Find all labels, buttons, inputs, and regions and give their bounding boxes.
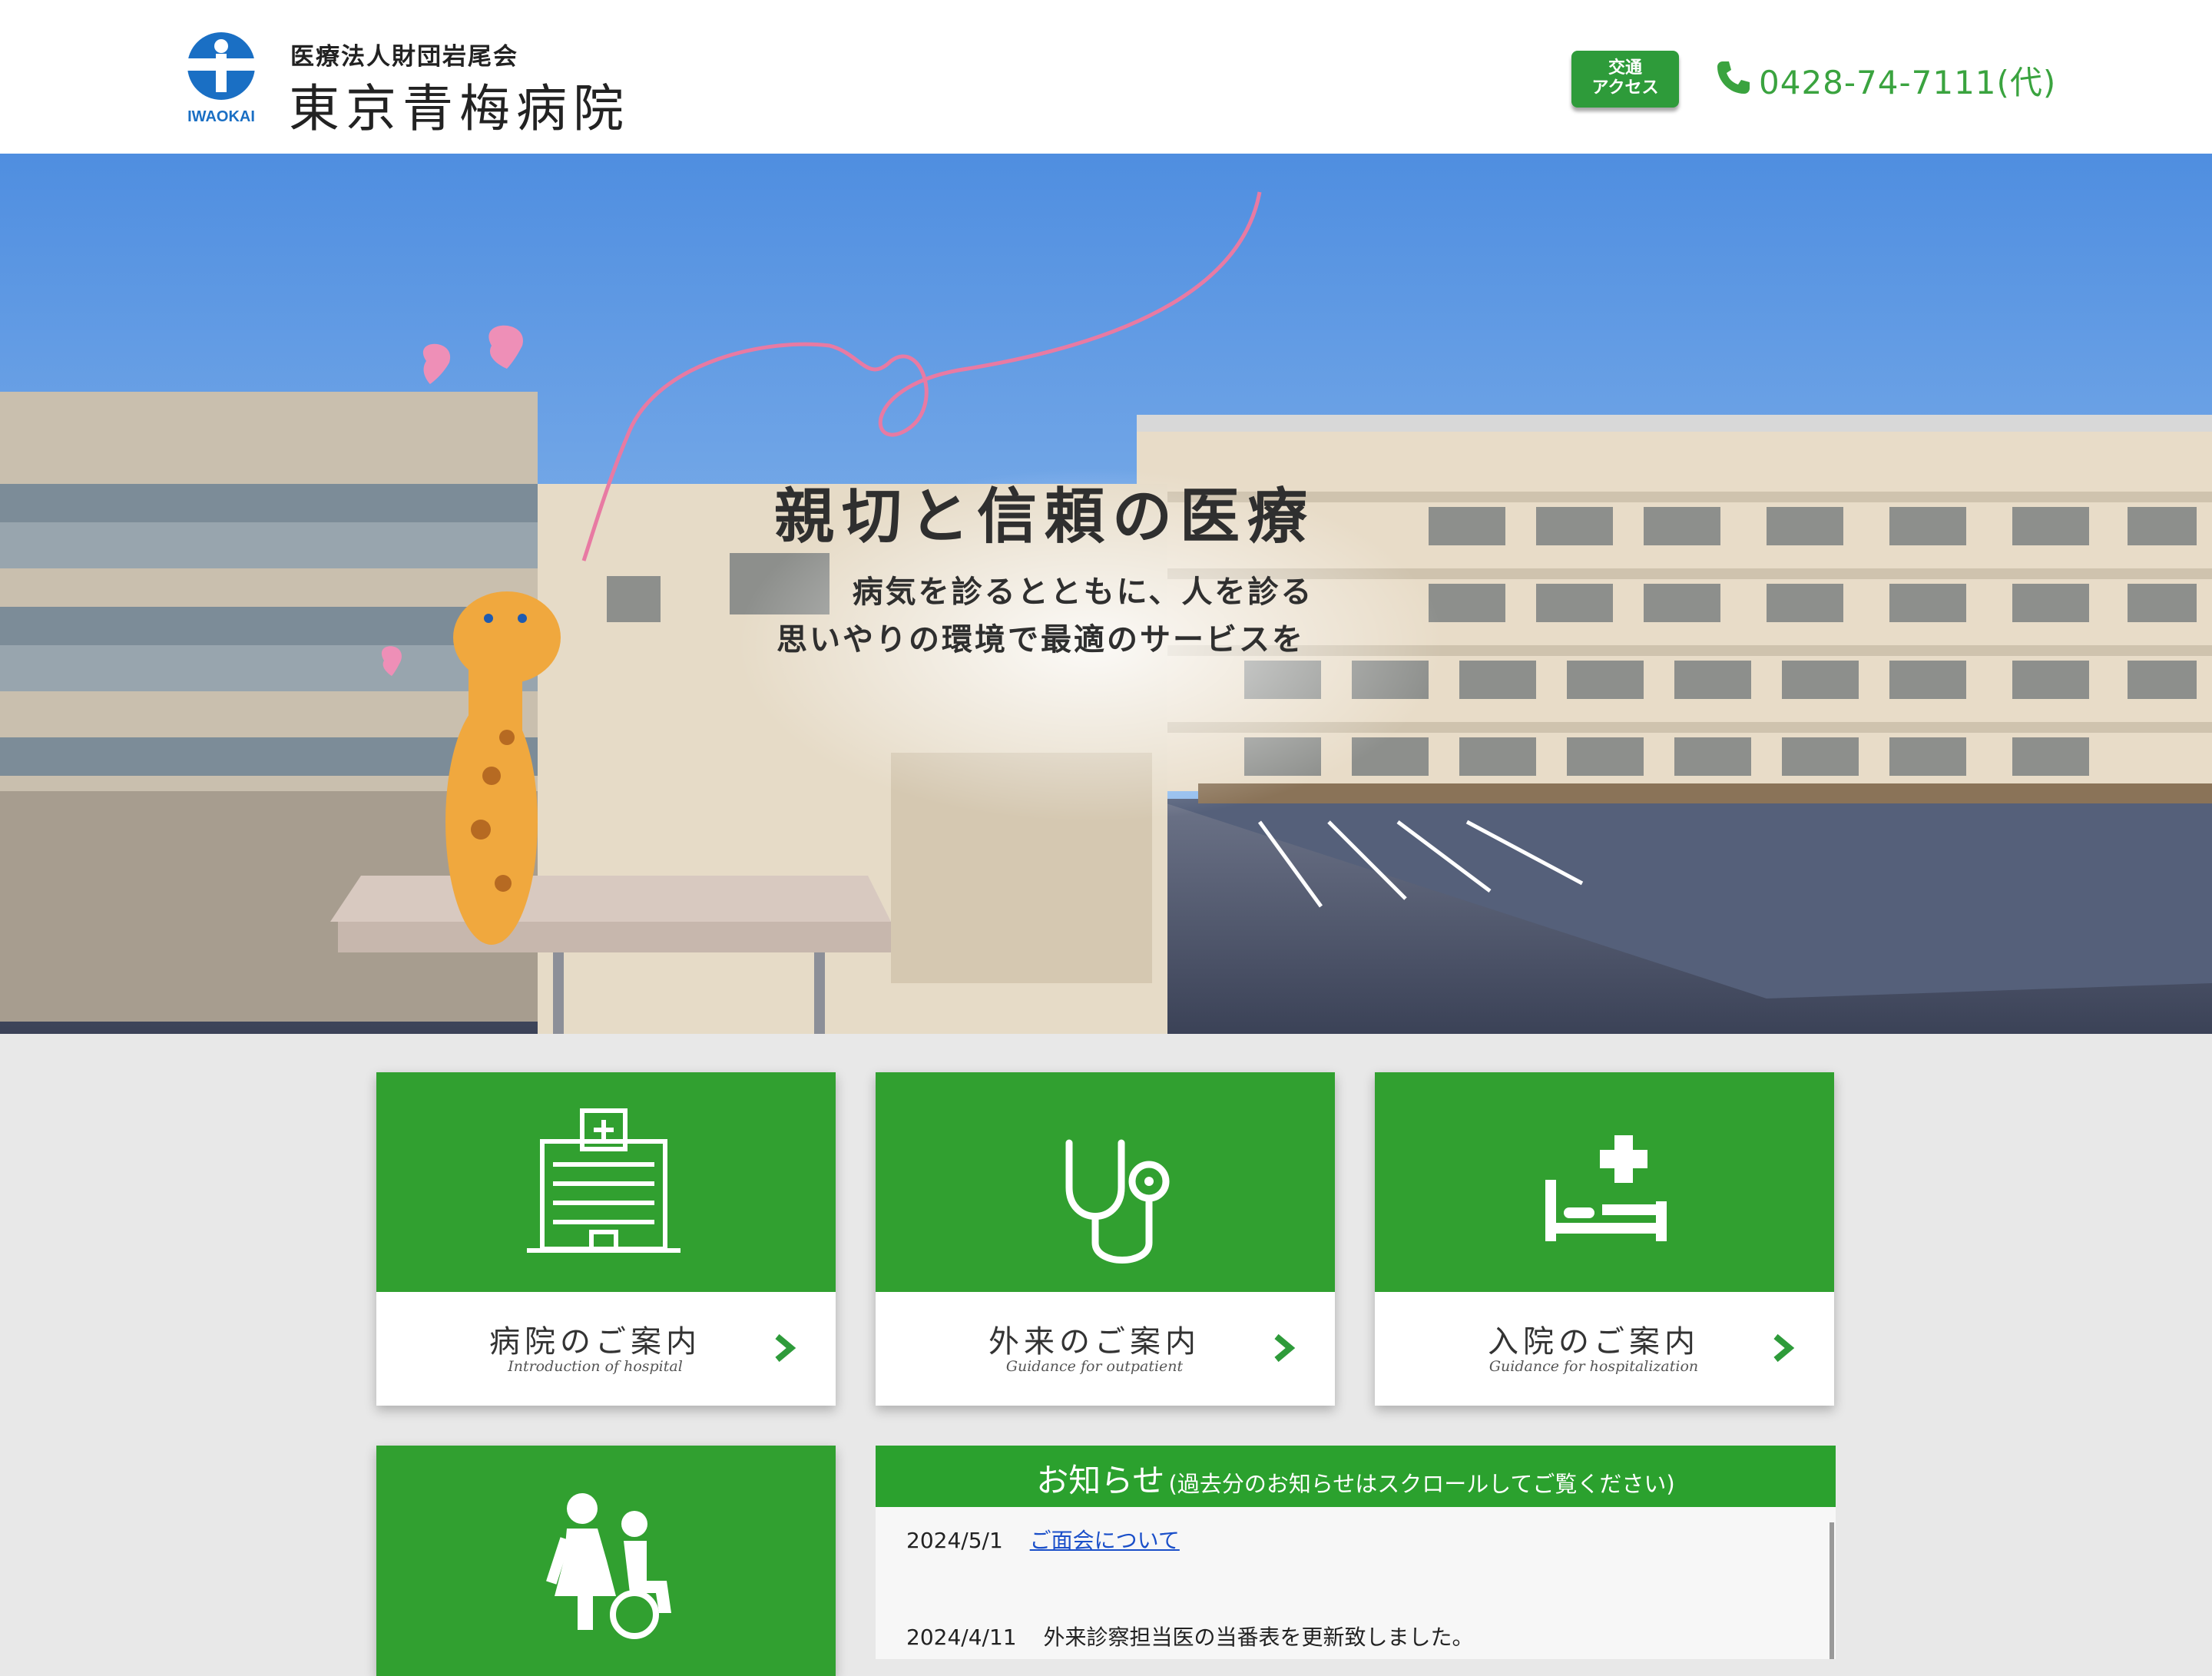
hospital-building-icon	[527, 1108, 680, 1253]
news-header: お知らせ (過去分のお知らせはスクロールしてご覧ください)	[876, 1446, 1836, 1507]
card-icon-area	[876, 1072, 1335, 1292]
news-scroll-note: (過去分のお知らせはスクロールしてご覧ください)	[1168, 1471, 1675, 1497]
card-subtitle: Guidance for outpatient	[1005, 1358, 1184, 1375]
news-link[interactable]: ご面会について	[1030, 1528, 1180, 1553]
news-scrollbar[interactable]	[1830, 1522, 1834, 1659]
phone-number[interactable]: 0428-74-7111(代)	[1759, 57, 2056, 104]
card-icon-area	[1375, 1072, 1834, 1292]
card-subtitle: Guidance for hospitalization	[1488, 1358, 1699, 1375]
chevron-right-icon	[775, 1333, 796, 1363]
nursing-care-icon	[546, 1493, 671, 1639]
card-hospital-info[interactable]: 病院のご案内 Introduction of hospital	[376, 1072, 836, 1406]
news-panel: お知らせ (過去分のお知らせはスクロールしてご覧ください) 2024/5/1 ご…	[876, 1446, 1836, 1659]
access-label-line2: アクセス	[1591, 78, 1659, 98]
phone-icon	[1717, 61, 1750, 94]
news-text: 外来診察担当医の当番表を更新致しました。	[1043, 1625, 1474, 1650]
news-item: 2024/5/1 ご面会について	[906, 1524, 1180, 1555]
stethoscope-icon	[1065, 1139, 1170, 1264]
org-name: 医療法人財団岩尾会	[290, 43, 518, 71]
card-subtitle: Introduction of hospital	[508, 1358, 683, 1375]
card-outpatient-info[interactable]: 外来のご案内 Guidance for outpatient	[876, 1072, 1335, 1406]
card-icon-area	[376, 1446, 836, 1676]
hospital-bed-icon	[1545, 1135, 1667, 1241]
iwaokai-logo-icon[interactable]: IWAOKAI	[174, 31, 269, 126]
hero-tagline-line1: 病気を診るとともに、人を診る	[852, 575, 1314, 610]
card-icon-area	[376, 1072, 836, 1292]
access-label-line1: 交通	[1608, 58, 1642, 78]
access-button[interactable]: 交通 アクセス	[1571, 51, 1679, 108]
hero-banner: 親切と信頼の医療 病気を診るとともに、人を診る 思いやりの環境で最適のサービスを	[0, 154, 2212, 1034]
news-date: 2024/4/11	[906, 1625, 1017, 1650]
hospital-name[interactable]: 東京青梅病院	[289, 68, 630, 141]
news-list[interactable]: 2024/5/1 ご面会について 2024/4/11 外来診察担当医の当番表を更…	[876, 1507, 1836, 1659]
card-title: 外来のご案内	[988, 1324, 1200, 1360]
card-inpatient-info[interactable]: 入院のご案内 Guidance for hospitalization	[1375, 1072, 1834, 1406]
logo-text: IWAOKAI	[187, 108, 255, 125]
hero-tagline-line2: 思いやりの環境で最適のサービスを	[777, 622, 1305, 657]
card-title: 病院のご案内	[489, 1324, 701, 1360]
chevron-right-icon	[1773, 1333, 1795, 1363]
site-header: IWAOKAI 医療法人財団岩尾会 東京青梅病院 交通 アクセス 0428-74…	[0, 0, 2212, 154]
hero-title: 親切と信頼の医療	[773, 482, 1315, 551]
news-date: 2024/5/1	[906, 1528, 1003, 1553]
card-nursing-care[interactable]	[376, 1446, 836, 1676]
chevron-right-icon	[1274, 1333, 1296, 1363]
card-title: 入院のご案内	[1488, 1324, 1700, 1360]
news-heading: お知らせ	[1036, 1462, 1165, 1499]
news-item: 2024/4/11 外来診察担当医の当番表を更新致しました。	[906, 1621, 1474, 1651]
